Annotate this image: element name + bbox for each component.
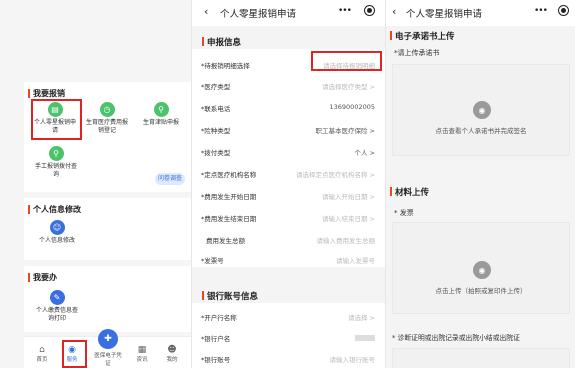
camera-icon: ◉ <box>473 101 491 119</box>
field-medical-type[interactable]: *医疗类型 请选择医疗类型 > <box>192 74 385 95</box>
close-mini-program-icon[interactable] <box>558 5 569 16</box>
field-start-date[interactable]: *费用发生开始日期 请输入开始日期 > <box>192 184 385 205</box>
news-icon: ▦ <box>137 345 147 355</box>
clock-icon: ◷ <box>99 102 115 117</box>
tile-maternity-medical[interactable]: ◷ 生育医疗费用报销登记 <box>84 102 130 135</box>
more-icon[interactable]: ••• <box>338 6 352 16</box>
field-payout-type[interactable]: *拨付类型 个人 > <box>192 140 385 161</box>
commitment-label: *请上传承诺书 <box>394 49 440 57</box>
tab-news[interactable]: ▦ 资讯 <box>130 345 154 363</box>
search-icon: ⚲ <box>153 102 169 117</box>
field-bank-name[interactable]: *开户行名称 请选择 > <box>192 305 385 326</box>
section-title-do: 我要办 <box>28 272 57 283</box>
close-mini-program-icon[interactable] <box>364 5 375 16</box>
field-account-number[interactable]: *银行账号 请输入银行账号 <box>192 347 385 368</box>
tab-home[interactable]: ⌂ 首页 <box>30 345 54 363</box>
field-phone[interactable]: *联系电话 13690002005 <box>192 96 385 117</box>
proof-upload-area[interactable] <box>392 348 570 368</box>
tile-manual-query[interactable]: ⚲ 手工报销拨付查询 <box>34 146 78 179</box>
highlight-box <box>31 99 82 140</box>
field-total-amount[interactable]: 费用发生总额 请输入费用发生总额 <box>192 228 385 249</box>
field-hospital-name[interactable]: *定点医疗机构名称 请选择定点医疗机构名称 > <box>192 162 385 183</box>
medical-card-icon[interactable]: ✚ <box>98 329 118 349</box>
page-title: 个人零星报销申请 <box>220 9 297 20</box>
section-title-bank: 银行账号信息 <box>192 290 385 302</box>
tab-medical-card[interactable]: 医保电子凭证 <box>92 351 124 367</box>
person-icon: ☺ <box>49 220 65 235</box>
section-title-materials: 材料上传 <box>390 186 429 198</box>
section-title-commitment: 电子承诺书上传 <box>390 30 455 42</box>
camera-icon: ◉ <box>473 261 491 279</box>
field-insurance-type[interactable]: *险种类型 职工基本医疗保险 > <box>192 118 385 139</box>
declare-form: *待报销明细选择 请选择待报销明细 *医疗类型 请选择医疗类型 > *联系电话 136… <box>192 49 385 267</box>
section-info: 个人信息修改 ☺ 个人信息修改 <box>24 198 191 260</box>
tab-mine[interactable]: ☻ 我的 <box>160 345 184 363</box>
section-do: 我要办 ✎ 个人缴费信息查询打印 <box>24 266 191 332</box>
highlight-box <box>62 340 87 368</box>
section-title-declare: 申报信息 <box>192 36 385 48</box>
bottom-tab-bar: ⌂ 首页 ◉ 服务 ✚ 医保电子凭证 ▦ 资讯 ☻ 我的 <box>24 329 191 368</box>
user-icon: ☻ <box>167 345 177 355</box>
invoice-label: * 发票 <box>394 209 414 217</box>
back-icon[interactable]: ‹ <box>204 5 208 18</box>
search-icon: ⚲ <box>48 146 64 161</box>
field-account-name[interactable]: *银行户名 <box>192 326 385 347</box>
page-title: 个人零星报销申请 <box>406 9 483 20</box>
section-title-info: 个人信息修改 <box>28 204 81 215</box>
application-form-screen: ‹ 个人零星报销申请 ••• 申报信息 *待报销明细选择 请选择待报销明细 *医疗… <box>191 0 385 368</box>
nav-bar: ‹ 个人零星报销申请 ••• <box>386 0 575 26</box>
commitment-upload-area[interactable]: ◉ 点击查看个人承诺书并完成签名 <box>392 64 570 156</box>
field-end-date[interactable]: *费用发生结束日期 请输入结束日期 > <box>192 206 385 227</box>
masked-name <box>355 335 375 341</box>
field-invoice-number[interactable]: *发票号 请输入发票号 <box>192 248 385 269</box>
bank-form: *开户行名称 请选择 > *银行户名 *银行账号 请输入银行账号 <box>192 303 385 368</box>
upload-screen: ‹ 个人零星报销申请 ••• 电子承诺书上传 *请上传承诺书 ◉ 点击查看个人承… <box>385 0 575 368</box>
back-icon[interactable]: ‹ <box>392 5 396 18</box>
section-title-reimburse: 我要报销 <box>28 88 65 99</box>
more-icon[interactable]: ••• <box>534 6 548 16</box>
tile-payment-query[interactable]: ✎ 个人缴费信息查询打印 <box>34 290 80 323</box>
survey-button[interactable]: 问卷调查 <box>155 173 185 185</box>
tile-personal-info[interactable]: ☺ 个人信息修改 <box>34 220 80 245</box>
home-icon: ⌂ <box>39 345 45 355</box>
highlight-box <box>311 51 382 71</box>
nav-bar: ‹ 个人零星报销申请 ••• <box>192 0 385 26</box>
tile-maternity-allowance[interactable]: ⚲ 生育津贴申报 <box>136 102 186 127</box>
proof-label: * 诊断证明或出院记录或出院小结或出院证 <box>392 334 520 342</box>
invoice-upload-area[interactable]: ◉ 点击上传（拍照或复印件上传） <box>392 222 570 314</box>
pen-icon: ✎ <box>49 290 65 305</box>
service-screen: 我要报销 ▤ 个人零星报销申请 ◷ 生育医疗费用报销登记 ⚲ 生育津贴申报 ⚲ … <box>0 0 191 368</box>
